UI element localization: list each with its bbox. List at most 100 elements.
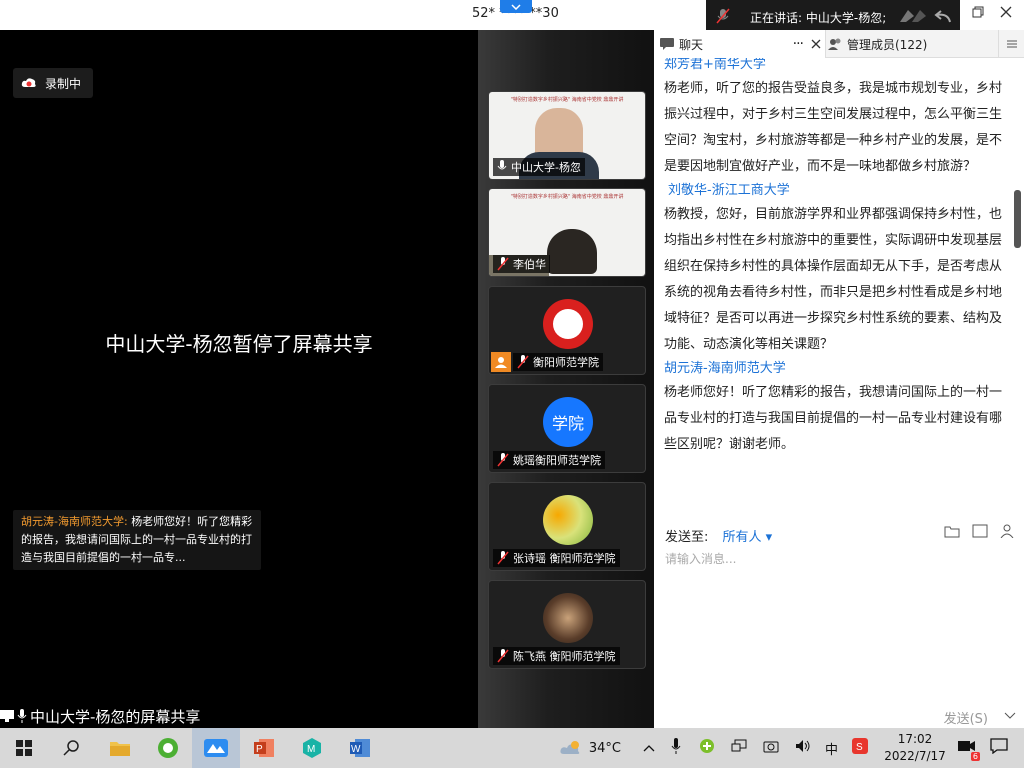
app-m-button[interactable]: M: [288, 728, 336, 768]
resize-icon[interactable]: [1004, 712, 1016, 724]
recipient-select[interactable]: 所有人 ▾: [723, 530, 773, 545]
search-button[interactable]: [48, 728, 96, 768]
start-button[interactable]: [0, 728, 48, 768]
send-button[interactable]: 发送(S): [944, 708, 988, 727]
message-input[interactable]: 请输入消息...: [665, 550, 736, 567]
tile-label: 姚瑶衡阳师范学院: [493, 451, 605, 469]
chevron-down-icon: [511, 3, 521, 10]
mic-icon: [497, 160, 507, 170]
school-logo: [543, 299, 593, 349]
tab-chat[interactable]: 聊天 ···: [654, 30, 826, 58]
powerpoint-button[interactable]: P: [240, 728, 288, 768]
menu-icon[interactable]: [998, 30, 1024, 58]
clock-date: 2022/7/17: [884, 749, 946, 763]
file-explorer-button[interactable]: [96, 728, 144, 768]
participant-tile[interactable]: 衡阳师范学院: [488, 286, 646, 375]
tab-members[interactable]: 管理成员(122): [828, 30, 927, 58]
participant-tile[interactable]: "特别打造数字乡村振兴路" 海南省中党校 鼎鼎开讲 李伯华: [488, 188, 646, 277]
toast-sender: 胡元涛-海南师范大学:: [21, 515, 128, 528]
participant-tile[interactable]: 学院 姚瑶衡阳师范学院: [488, 384, 646, 473]
screen-share-icon: [0, 710, 14, 722]
cloud-record-icon: [21, 78, 36, 87]
clock[interactable]: 17:02 2022/7/17: [882, 731, 948, 765]
browser-button[interactable]: [144, 728, 192, 768]
tile-label: 陈飞燕 衡阳师范学院: [493, 647, 620, 665]
mic-muted-icon: [497, 257, 509, 271]
more-icon[interactable]: ···: [793, 36, 804, 52]
ime-indicator[interactable]: 中: [825, 739, 838, 758]
message: 刘敬华-浙江工商大学 杨教授，您好，目前旅游学界和业界都强调保持乡村性，也均指出…: [654, 180, 1012, 358]
mic-muted-icon: [497, 649, 509, 663]
undo-icon[interactable]: [934, 8, 952, 24]
mic-muted-icon: [716, 8, 736, 27]
participant-name: 陈飞燕 衡阳师范学院: [513, 650, 616, 663]
windows-icon: [16, 740, 32, 756]
chat-tabs: 聊天 ··· 管理成员(122): [654, 30, 1024, 58]
app-window: 52* **** **30 正在讲话: 中山大学-杨忽; 录制中 中山大学-杨忽…: [0, 0, 1024, 768]
tile-label: 中山大学-杨忽: [493, 158, 585, 176]
recording-label: 录制中: [45, 76, 82, 91]
avatar: 学院: [543, 397, 593, 447]
announcement-icon[interactable]: [972, 524, 988, 542]
user-select-icon[interactable]: [1000, 524, 1016, 542]
chat-toast[interactable]: 胡元涛-海南师范大学: 杨老师您好！听了您精彩的报告，我想请问国际上的一村一品专…: [13, 510, 261, 570]
word-icon: W: [350, 739, 370, 757]
title-bar: 52* **** **30 正在讲话: 中山大学-杨忽;: [0, 0, 1024, 34]
close-icon[interactable]: [811, 39, 821, 49]
search-icon: [63, 740, 79, 756]
share-label-bar: 中山大学-杨忽的屏幕共享: [0, 705, 200, 727]
app-m-icon: M: [303, 738, 321, 758]
svg-text:P: P: [256, 744, 263, 755]
chat-tools: [944, 524, 1016, 542]
chat-scrollbar[interactable]: [1014, 190, 1021, 248]
clock-time: 17:02: [897, 732, 933, 746]
expand-toolbar-button[interactable]: [500, 0, 532, 13]
tencent-meeting-button[interactable]: [192, 728, 240, 768]
folder-icon: [110, 742, 130, 756]
annotate-icon[interactable]: [898, 8, 928, 24]
tile-label: 张诗瑶 衡阳师范学院: [493, 549, 620, 567]
mic-muted-icon: [497, 453, 509, 467]
participant-tile[interactable]: 陈飞燕 衡阳师范学院: [488, 580, 646, 669]
recipient-value: 所有人: [722, 530, 762, 545]
message-text: 杨老师，听了您的报告受益良多，我是城市规划专业，乡村振兴过程中，对于乡村三生空间…: [664, 81, 1003, 174]
mic-icon[interactable]: [671, 738, 681, 758]
mic-icon: [17, 709, 27, 723]
tile-label: 衡阳师范学院: [513, 353, 603, 371]
network-icon[interactable]: [731, 739, 747, 757]
tile-label: 李伯华: [493, 255, 550, 273]
participant-tile[interactable]: 张诗瑶 衡阳师范学院: [488, 482, 646, 571]
chat-icon: [660, 38, 674, 50]
chevron-up-icon[interactable]: [643, 741, 655, 756]
message: 郑芳君+南华大学 杨老师，听了您的报告受益良多，我是城市规划专业，乡村振兴过程中…: [654, 58, 1012, 180]
system-tray: 34°C 中 S 17:02 2022/7/17 6: [559, 728, 1024, 768]
screen-record-icon[interactable]: 6: [958, 739, 980, 761]
participant-name: 姚瑶衡阳师范学院: [513, 454, 601, 467]
restore-icon[interactable]: [968, 6, 988, 22]
message-text: 杨教授，您好，目前旅游学界和业界都强调保持乡村性，也均指出乡村性在乡村旅游中的重…: [664, 207, 1003, 352]
word-button[interactable]: W: [336, 728, 384, 768]
notification-icon[interactable]: [990, 738, 1008, 758]
camera-icon[interactable]: [763, 739, 779, 757]
avatar: [543, 495, 593, 545]
sogou-icon[interactable]: S: [852, 738, 868, 758]
file-icon[interactable]: [944, 524, 960, 542]
taskbar: P M W 34°C 中 S 17:02 2022/7/17 6: [0, 728, 1024, 768]
recording-badge[interactable]: 录制中: [13, 68, 94, 98]
message-list[interactable]: 郑芳君+南华大学 杨老师，听了您的报告受益良多，我是城市规划专业，乡村振兴过程中…: [654, 58, 1012, 512]
participant-tile[interactable]: "特别打造数字乡村振兴路" 海南省中党校 鼎鼎开讲 中山大学-杨忽: [488, 91, 646, 180]
volume-icon[interactable]: [795, 739, 811, 757]
browser-icon: [158, 738, 178, 758]
powerpoint-icon: P: [254, 739, 274, 757]
mic-muted-icon: [497, 551, 509, 565]
weather-icon[interactable]: [559, 740, 583, 756]
svg-text:M: M: [307, 744, 315, 755]
share-label: 中山大学-杨忽的屏幕共享: [30, 707, 201, 726]
mic-muted-icon: [517, 355, 529, 369]
tab-chat-label: 聊天: [679, 37, 704, 52]
add-icon[interactable]: [699, 738, 715, 758]
send-to-row: 发送至: 所有人 ▾: [665, 526, 772, 545]
user-icon: [491, 352, 511, 372]
close-icon[interactable]: [996, 6, 1016, 22]
tab-members-label: 管理成员(122): [847, 37, 928, 52]
